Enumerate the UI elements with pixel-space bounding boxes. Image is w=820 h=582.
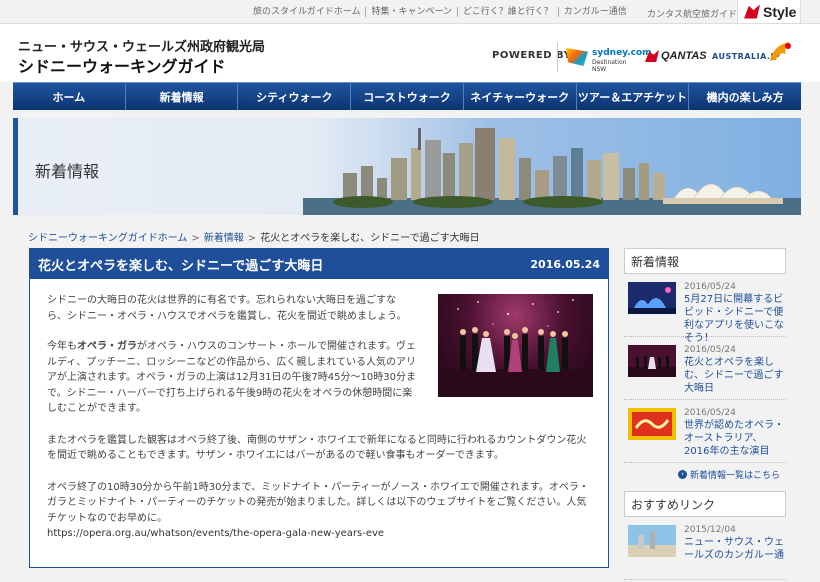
nav-city-walk[interactable]: シティウォーク xyxy=(238,83,352,110)
qantas-kangaroo-icon xyxy=(645,50,659,62)
sidebar-news-item[interactable]: 2016/05/24 5月27日に開幕するビビッド・シドニーで便利なアプリを使い… xyxy=(624,274,786,344)
sponsor-sydney-logo[interactable]: sydney.com Destination NSW xyxy=(566,46,652,73)
news-title-link[interactable]: 世界が認めたオペラ・オーストラリア、2016年の主な演目 xyxy=(684,419,784,458)
opera-website-link[interactable]: https://opera.org.au/whatson/events/the-… xyxy=(47,528,384,539)
vivid-sydney-thumbnail xyxy=(628,282,676,314)
sidebar-news-item[interactable]: 2016/05/24 花火とオペラを楽しむ、シドニーで過ごす大晦日 xyxy=(624,337,786,400)
top-link-kangaroo[interactable]: カンガルー通信 xyxy=(559,7,632,17)
main-nav: ホーム 新着情報 シティウォーク コーストウォーク ネイチャーウォーク ツアー＆… xyxy=(13,82,802,110)
nav-news[interactable]: 新着情報 xyxy=(125,83,239,110)
hero-title: 新着情報 xyxy=(35,162,100,181)
sidebar-recommend-heading: おすすめリンク xyxy=(624,491,786,517)
hero-banner: 新着情報 xyxy=(13,118,801,215)
article-paragraph-3: またオペラを鑑賞した観客はオペラ終了後、南側のサザン・ホワイエで新年になると同時… xyxy=(47,434,587,462)
article-box: 花火とオペラを楽しむ、シドニーで過ごす大晦日 2016.05.24 シドニーの大… xyxy=(29,248,609,568)
news-date: 2016/05/24 xyxy=(684,408,736,418)
nav-tour-ticket[interactable]: ツアー＆エアチケット xyxy=(576,83,690,110)
breadcrumb-separator: > xyxy=(191,233,200,244)
opera-gala-thumbnail xyxy=(628,345,676,377)
article-header: 花火とオペラを楽しむ、シドニーで過ごす大晦日 2016.05.24 xyxy=(30,249,608,279)
breadcrumb-section[interactable]: 新着情報 xyxy=(204,233,244,244)
sponsor-sydney-subtext: Destination NSW xyxy=(592,59,627,73)
nav-nature-walk[interactable]: ネイチャーウォーク xyxy=(463,83,577,110)
article-body: シドニーの大晦日の花火は世界的に有名です。忘れられない大晦日を過ごすなら、シドニ… xyxy=(47,293,595,542)
hero-accent-bar xyxy=(13,118,18,215)
sponsor-divider xyxy=(557,42,558,72)
sydney-skyline-image xyxy=(303,128,801,215)
qantas-guide-link[interactable]: カンタス航空旅ガイド xyxy=(647,7,737,20)
breadcrumb-current: 花火とオペラを楽しむ、シドニーで過ごす大晦日 xyxy=(260,233,480,244)
breadcrumb-separator: > xyxy=(247,233,257,244)
sidebar-recommend-item[interactable]: 2015/12/04 ニュー・サウス・ウェールズのカンガルー通 xyxy=(624,517,786,580)
nav-coast-walk[interactable]: コーストウォーク xyxy=(351,83,464,110)
article-paragraph-2: 今年もオペラ・ガラがオペラ・ハウスのコンサート・ホールで開催されます。ヴェルディ… xyxy=(47,339,417,417)
kangaroo-icon xyxy=(744,4,760,19)
recommend-date: 2015/12/04 xyxy=(684,525,736,535)
style-logo[interactable]: Style xyxy=(737,0,801,24)
news-list-link-label: 新着情報一覧はこちら xyxy=(689,470,780,481)
news-list-link[interactable]: › 新着情報一覧はこちら xyxy=(624,463,786,485)
article-paragraph-4: オペラ終了の10時30分から午前1時30分まで、ミッドナイト・パーティーがノース… xyxy=(47,481,589,524)
opera-australia-thumbnail xyxy=(628,408,676,440)
article-date: 2016.05.24 xyxy=(530,257,600,271)
chevron-right-icon: › xyxy=(677,469,687,479)
style-logo-text: Style xyxy=(763,3,797,20)
news-date: 2016/05/24 xyxy=(684,345,736,355)
sponsor-qantas-logo[interactable]: QANTAS xyxy=(645,50,707,62)
sidebar-news-heading: 新着情報 xyxy=(624,248,786,274)
opera-gala-emphasis: オペラ・ガラ xyxy=(77,341,137,352)
top-link-campaign[interactable]: 特集・キャンペーン xyxy=(366,7,459,17)
sponsor-sydney-text: sydney.com xyxy=(592,48,652,58)
sponsor-qantas-text: QANTAS xyxy=(661,50,707,62)
powered-by-label: POWERED BY xyxy=(492,50,572,61)
sydney-logo-icon xyxy=(566,48,588,66)
news-title-link[interactable]: 花火とオペラを楽しむ、シドニーで過ごす大晦日 xyxy=(684,356,784,395)
recommend-title-link[interactable]: ニュー・サウス・ウェールズのカンガルー通 xyxy=(684,536,784,562)
australia-kangaroo-icon xyxy=(770,42,791,60)
breadcrumb-home[interactable]: シドニーウォーキングガイドホーム xyxy=(28,233,187,244)
sidebar: 新着情報 2016/05/24 5月27日に開幕するビビッド・シドニーで便利なア… xyxy=(624,248,786,580)
article-title: 花火とオペラを楽しむ、シドニーで過ごす大晦日 xyxy=(38,258,324,274)
sidebar-news-item[interactable]: 2016/05/24 世界が認めたオペラ・オーストラリア、2016年の主な演目 xyxy=(624,400,786,463)
news-date: 2016/05/24 xyxy=(684,282,736,292)
nav-inflight[interactable]: 機内の楽しみ方 xyxy=(689,83,802,110)
top-links: 旅のスタイルガイドホーム 特集・キャンペーン どこ行く？誰と行く？ カンガルー通… xyxy=(248,7,632,17)
top-link-home[interactable]: 旅のスタイルガイドホーム xyxy=(248,7,367,17)
top-utility-bar: 旅のスタイルガイドホーム 特集・キャンペーン どこ行く？誰と行く？ カンガルー通… xyxy=(0,0,820,24)
top-link-where[interactable]: どこ行く？誰と行く？ xyxy=(458,7,559,17)
article-paragraph-1: シドニーの大晦日の花火は世界的に有名です。忘れられない大晦日を過ごすなら、シドニ… xyxy=(47,295,407,322)
nav-home[interactable]: ホーム xyxy=(13,83,126,110)
site-title[interactable]: シドニーウォーキングガイド xyxy=(18,53,226,77)
site-header: ニュー・サウス・ウェールズ州政府観光局 シドニーウォーキングガイド POWERE… xyxy=(0,24,820,82)
breadcrumb: シドニーウォーキングガイドホーム > 新着情報 > 花火とオペラを楽しむ、シドニーで過ご… xyxy=(28,229,480,244)
nsw-landscape-thumbnail xyxy=(628,525,676,557)
article-paragraph-2-intro: 今年も xyxy=(47,341,77,352)
